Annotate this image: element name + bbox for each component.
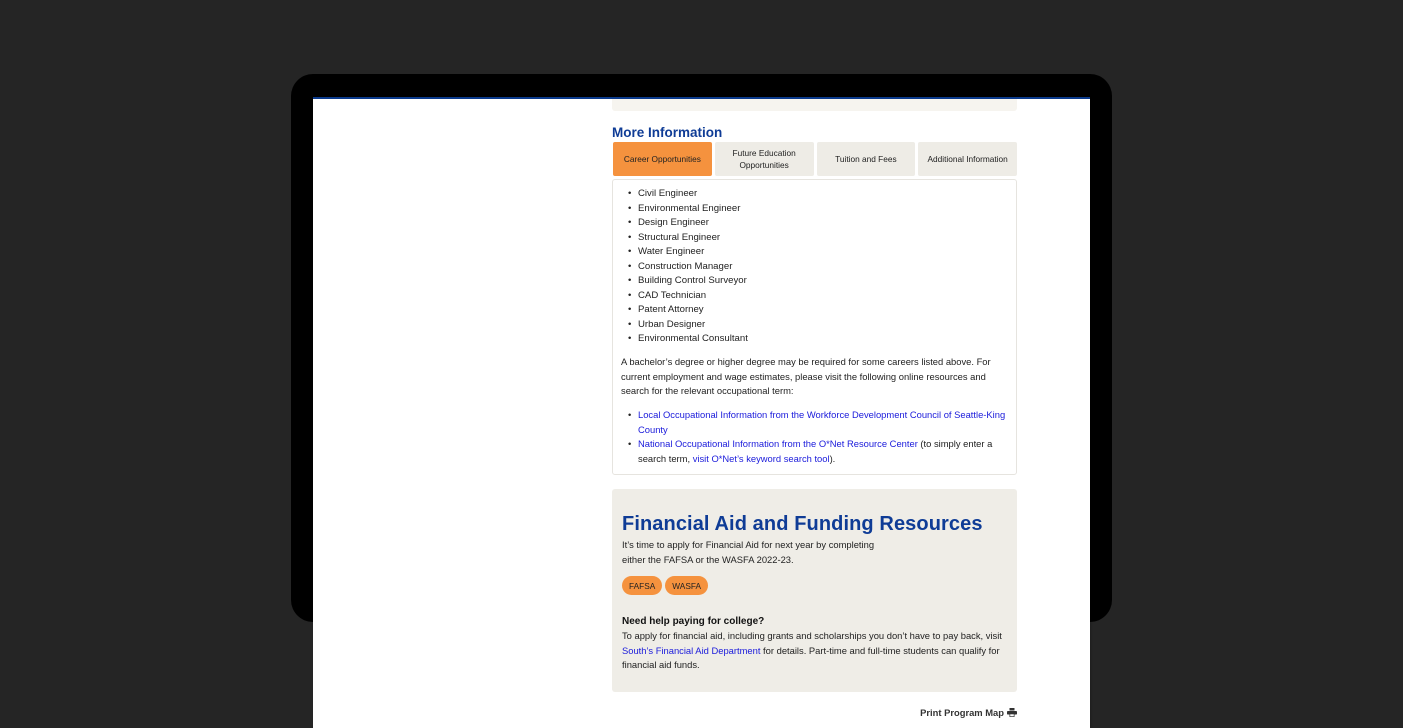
more-information-heading: More Information [612, 125, 723, 140]
list-item: Construction Manager [628, 260, 748, 275]
info-tabs: Career Opportunities Future Education Op… [613, 142, 1017, 176]
browser-screen: More Information Career Opportunities Fu… [313, 97, 1090, 728]
list-item: Design Engineer [628, 216, 748, 231]
tab-label: Future Education Opportunities [732, 147, 796, 171]
help-text: To apply for financial aid, including gr… [622, 629, 1007, 673]
list-item: Urban Designer [628, 318, 748, 333]
print-label: Print Program Map [920, 707, 1004, 718]
help-heading: Need help paying for college? [622, 616, 765, 627]
list-item: Local Occupational Information from the … [628, 408, 1018, 437]
career-panel: Civil Engineer Environmental Engineer De… [612, 179, 1017, 475]
list-item: Patent Attorney [628, 303, 748, 318]
list-item: Civil Engineer [628, 187, 748, 202]
tab-tuition-fees[interactable]: Tuition and Fees [816, 142, 916, 176]
resource-links: Local Occupational Information from the … [623, 408, 1018, 466]
local-occupational-link[interactable]: Local Occupational Information from the … [638, 409, 1005, 435]
financial-aid-heading: Financial Aid and Funding Resources [622, 513, 983, 535]
financial-aid-intro: It’s time to apply for Financial Aid for… [622, 539, 875, 565]
national-occupational-link[interactable]: National Occupational Information from t… [638, 438, 918, 449]
tab-future-education[interactable]: Future Education Opportunities [714, 142, 814, 176]
previous-section-box [612, 99, 1017, 111]
tab-career-opportunities[interactable]: Career Opportunities [613, 142, 712, 176]
list-item: Structural Engineer [628, 231, 748, 246]
career-list: Civil Engineer Environmental Engineer De… [623, 187, 748, 347]
link-note-end: ). [829, 452, 836, 464]
list-item: Building Control Surveyor [628, 274, 748, 289]
list-item: Environmental Engineer [628, 202, 748, 217]
financial-aid-department-link[interactable]: South’s Financial Aid Department [622, 645, 760, 656]
printer-icon [1007, 708, 1017, 717]
tab-additional-information[interactable]: Additional Information [918, 142, 1017, 176]
degree-note: A bachelor’s degree or higher degree may… [621, 356, 991, 397]
print-program-map-button[interactable]: Print Program Map [920, 707, 1017, 718]
list-item: CAD Technician [628, 289, 748, 304]
help-text-before: To apply for financial aid, including gr… [622, 630, 1002, 641]
list-item: Environmental Consultant [628, 332, 748, 347]
fafsa-button[interactable]: FAFSA [622, 576, 663, 595]
list-item: National Occupational Information from t… [628, 437, 1018, 466]
keyword-search-link[interactable]: visit O*Net’s keyword search tool [693, 453, 830, 464]
wasfa-button[interactable]: WASFA [665, 576, 709, 595]
financial-aid-buttons: FAFSA WASFA [622, 576, 709, 595]
financial-aid-section: Financial Aid and Funding Resources It’s… [612, 489, 1017, 692]
list-item: Water Engineer [628, 245, 748, 260]
